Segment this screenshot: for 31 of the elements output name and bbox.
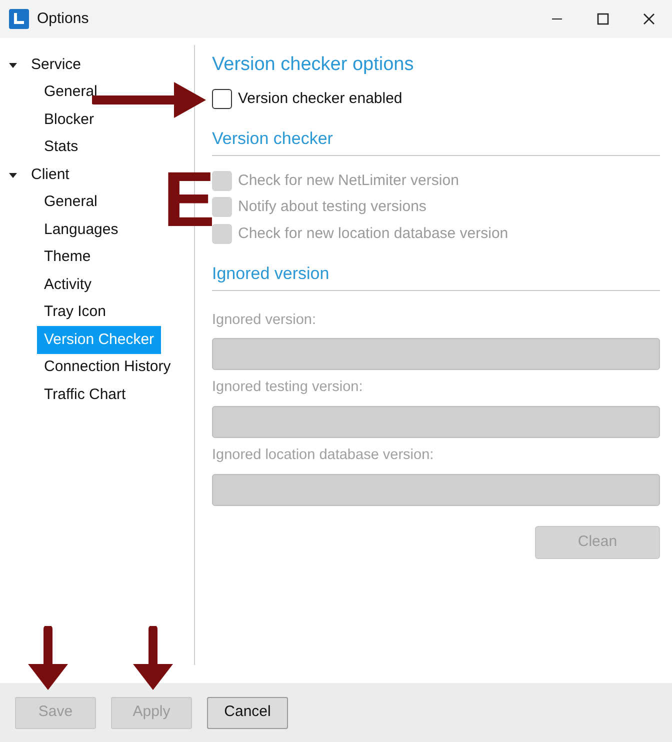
window-title: Options (37, 8, 89, 29)
section-heading: Version checker (212, 126, 660, 156)
tree-item[interactable]: Activity (37, 270, 99, 299)
field-label: Ignored location database version: (212, 446, 435, 465)
annotation-arrow (28, 626, 68, 690)
footer-button[interactable]: Cancel (207, 696, 288, 728)
annotation-letter: E (163, 160, 216, 238)
field-label: Ignored testing version: (212, 378, 364, 398)
tree-item[interactable]: Service (28, 52, 84, 78)
tree-item[interactable]: Blocker (37, 106, 102, 134)
tree-item[interactable]: Traffic Chart (37, 380, 133, 409)
checkbox-label: Check for new NetLimiter version (238, 170, 459, 190)
tree-item[interactable]: Tray Icon (37, 298, 113, 326)
tree-item[interactable]: Stats (37, 133, 86, 162)
section-heading: Ignored version (212, 261, 660, 290)
section-heading: Version checker options (212, 53, 415, 77)
tree-item[interactable]: Connection History (37, 353, 178, 382)
close-icon (643, 13, 655, 25)
tree-item[interactable]: General (37, 188, 104, 216)
field-label: Ignored version: (212, 310, 317, 330)
tree-item[interactable]: Client (28, 162, 72, 188)
checkbox[interactable] (212, 88, 232, 109)
tree-item[interactable]: Languages (37, 216, 126, 244)
maximize-icon (597, 13, 609, 25)
annotation-arrow (133, 626, 173, 690)
checkbox-label: Check for new location database version (238, 224, 508, 244)
checkbox-label: Version checker enabled (238, 88, 402, 108)
tree-item[interactable]: Theme (37, 243, 98, 272)
checkbox-label: Notify about testing versions (238, 197, 426, 217)
tree-item[interactable]: General (37, 78, 104, 106)
app-logo-icon (9, 9, 29, 29)
